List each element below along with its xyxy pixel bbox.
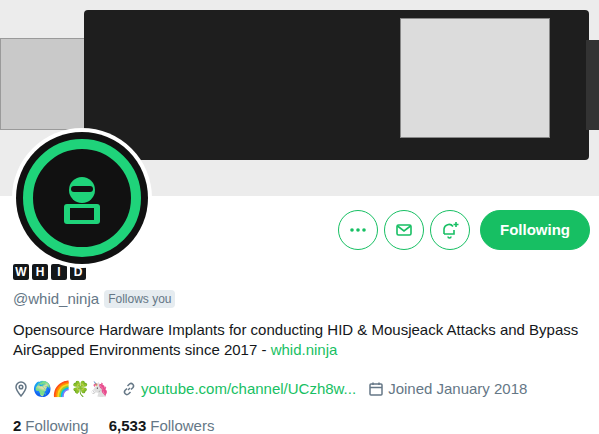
stat-item[interactable]: 2Following — [13, 415, 89, 434]
stat-label: Following — [25, 415, 88, 434]
notify-button[interactable] — [430, 210, 470, 250]
follows-you-badge: Follows you — [104, 290, 175, 308]
handle: @whid_ninja — [13, 289, 99, 309]
name-letter: W — [13, 264, 29, 280]
gsm-module — [400, 18, 550, 138]
more-button[interactable] — [338, 210, 378, 250]
joined: Joined January 2018 — [368, 378, 527, 401]
profile-header: Following WHID @whid_ninja Follows you O… — [0, 0, 599, 434]
name-letter: I — [51, 264, 67, 280]
calendar-icon — [368, 381, 384, 397]
avatar-image[interactable] — [12, 128, 152, 268]
ninja-icon — [52, 168, 112, 228]
name-letter: H — [32, 264, 48, 280]
stat-label: Followers — [150, 415, 214, 434]
stat-count: 2 — [13, 415, 21, 434]
avatar-ring — [23, 139, 141, 257]
mail-icon — [395, 221, 413, 239]
bio: Opensource Hardware Implants for conduct… — [13, 320, 586, 360]
avatar-ground — [16, 132, 148, 264]
bio-link[interactable]: whid.ninja — [271, 341, 338, 358]
profile-info: WHID @whid_ninja Follows you Opensource … — [0, 250, 599, 434]
bell-plus-icon — [440, 220, 460, 240]
following-button[interactable]: Following — [480, 210, 590, 250]
location: 🌍🌈🍀🦄 — [13, 378, 109, 401]
website-link[interactable]: youtube.com/channel/UCzh8w... — [141, 378, 356, 401]
stats-row: 2Following 6,533Followers — [13, 415, 586, 434]
location-pin-icon — [13, 381, 29, 397]
website: youtube.com/channel/UCzh8w... — [121, 378, 356, 401]
sd-card — [586, 40, 599, 130]
stat-item[interactable]: 6,533Followers — [109, 415, 215, 434]
message-button[interactable] — [384, 210, 424, 250]
usb-plug — [0, 38, 86, 130]
meta-row: 🌍🌈🍀🦄 youtube.com/channel/UCzh8w... Joine… — [13, 378, 586, 401]
more-icon — [349, 221, 367, 239]
handle-row: @whid_ninja Follows you — [13, 289, 586, 309]
link-icon — [121, 381, 137, 397]
stat-count: 6,533 — [109, 415, 147, 434]
